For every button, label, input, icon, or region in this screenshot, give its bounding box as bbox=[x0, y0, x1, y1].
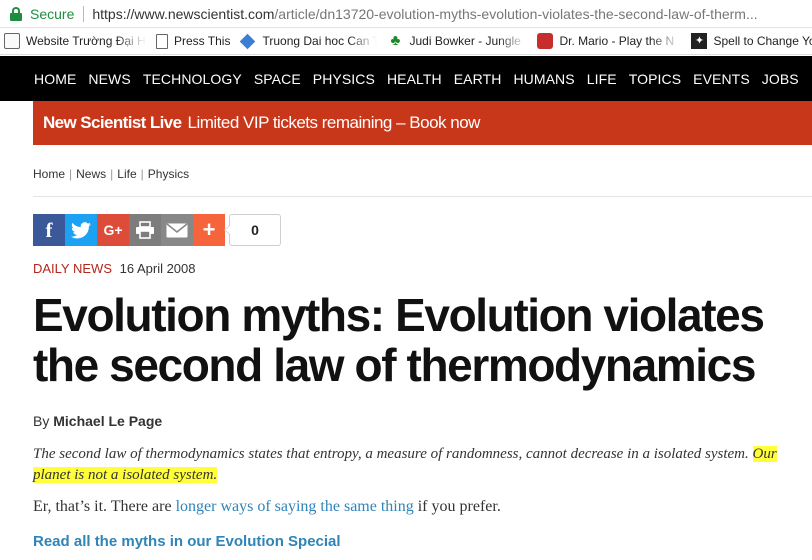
url-path: /article/dn13720-evolution-myths-evoluti… bbox=[274, 5, 758, 22]
byline-prefix: By bbox=[33, 413, 50, 429]
share-google-plus-button[interactable]: G+ bbox=[97, 214, 129, 246]
diamond-icon bbox=[240, 33, 256, 49]
bookmark-label: Website Trường Đại H bbox=[26, 34, 146, 48]
share-more-button[interactable]: + bbox=[193, 214, 225, 246]
plus-icon: + bbox=[202, 217, 216, 242]
bookmark-dr-mario[interactable]: Dr. Mario - Play the N bbox=[537, 33, 681, 49]
breadcrumb-news[interactable]: News bbox=[76, 167, 106, 181]
nav-space[interactable]: SPACE bbox=[254, 71, 301, 87]
nav-life[interactable]: LIFE bbox=[587, 71, 617, 87]
email-icon bbox=[166, 222, 188, 237]
nav-health[interactable]: HEALTH bbox=[387, 71, 442, 87]
nav-humans[interactable]: HUMANS bbox=[513, 71, 574, 87]
bookmark-truong-dai-hoc[interactable]: Truong Dai hoc Can T bbox=[240, 33, 378, 49]
standfirst-text: The second law of thermodynamics states … bbox=[33, 446, 749, 462]
nav-physics[interactable]: PHYSICS bbox=[313, 71, 375, 87]
share-bar: f G+ + 0 bbox=[33, 214, 281, 246]
share-email-button[interactable] bbox=[161, 214, 193, 246]
page-title: Evolution myths: Evolution violates the … bbox=[33, 289, 765, 391]
nav-jobs[interactable]: JOBS bbox=[762, 71, 799, 87]
url-base: https://www.newscientist.com bbox=[92, 5, 275, 22]
nav-news[interactable]: NEWS bbox=[88, 71, 130, 87]
nav-topics[interactable]: TOPICS bbox=[629, 71, 681, 87]
share-print-button[interactable] bbox=[129, 214, 161, 246]
breadcrumb-life[interactable]: Life bbox=[117, 167, 136, 181]
share-facebook-button[interactable]: f bbox=[33, 214, 65, 246]
article-standfirst: The second law of thermodynamics states … bbox=[33, 444, 812, 486]
bookmark-label: Press This bbox=[174, 34, 231, 48]
breadcrumb-separator: | bbox=[140, 167, 144, 181]
google-plus-icon: G+ bbox=[103, 222, 123, 238]
facebook-icon: f bbox=[45, 217, 53, 242]
bookmark-website-truong[interactable]: Website Trường Đại H bbox=[4, 33, 146, 49]
paragraph-text-after: if you prefer. bbox=[417, 498, 501, 515]
bookmark-label: Judi Bowker - Jungle bbox=[409, 34, 521, 48]
promo-brand: New Scientist Live bbox=[43, 113, 182, 132]
address-divider bbox=[83, 5, 85, 22]
main-nav: HOME NEWS TECHNOLOGY SPACE PHYSICS HEALT… bbox=[0, 56, 812, 101]
breadcrumb: Home | News | Life | Physics bbox=[33, 167, 189, 181]
clover-icon: ♣ bbox=[390, 32, 401, 49]
nav-events[interactable]: EVENTS bbox=[693, 71, 750, 87]
mario-icon bbox=[537, 33, 554, 49]
folder-icon bbox=[4, 33, 20, 49]
byline: By Michael Le Page bbox=[33, 413, 162, 429]
secure-label: Secure bbox=[30, 5, 75, 22]
lock-icon bbox=[10, 6, 22, 21]
url-text[interactable]: https://www.newscientist.com/article/dn1… bbox=[92, 6, 782, 22]
breadcrumb-divider bbox=[33, 196, 812, 197]
breadcrumb-home[interactable]: Home bbox=[33, 167, 65, 181]
evolution-special-link[interactable]: Read all the myths in our Evolution Spec… bbox=[33, 533, 341, 550]
share-twitter-button[interactable] bbox=[65, 214, 97, 246]
author-name[interactable]: Michael Le Page bbox=[53, 413, 162, 429]
article-date: 16 April 2008 bbox=[119, 261, 196, 276]
bookmark-label: Spell to Change Your bbox=[713, 34, 812, 48]
spell-icon: ✦ bbox=[691, 33, 708, 49]
print-icon bbox=[136, 221, 154, 239]
promo-banner[interactable]: New Scientist Live Limited VIP tickets r… bbox=[33, 101, 812, 145]
paragraph-text-before: Er, that’s it. There are bbox=[33, 498, 172, 515]
breadcrumb-separator: | bbox=[110, 167, 114, 181]
twitter-icon bbox=[71, 221, 91, 238]
bookmark-label: Truong Dai hoc Can T bbox=[262, 34, 378, 48]
breadcrumb-physics[interactable]: Physics bbox=[148, 167, 189, 181]
address-bar[interactable]: Secure https://www.newscientist.com/arti… bbox=[0, 0, 812, 28]
nav-earth[interactable]: EARTH bbox=[454, 71, 502, 87]
inline-link[interactable]: longer ways of saying the same thing bbox=[176, 498, 414, 515]
nav-technology[interactable]: TECHNOLOGY bbox=[143, 71, 242, 87]
bookmark-judi-bowker[interactable]: ♣ Judi Bowker - Jungle bbox=[387, 33, 527, 49]
promo-message: Limited VIP tickets remaining – Book now bbox=[187, 113, 480, 132]
nav-home[interactable]: HOME bbox=[34, 71, 76, 87]
bookmark-press-this[interactable]: Press This bbox=[156, 33, 231, 49]
article-meta: DAILY NEWS 16 April 2008 bbox=[33, 261, 196, 276]
share-count: 0 bbox=[224, 214, 281, 246]
bookmarks-bar: Website Trường Đại H Press This Truong D… bbox=[0, 28, 812, 55]
bookmark-spell[interactable]: ✦ Spell to Change Your bbox=[691, 33, 812, 49]
article-paragraph: Er, that’s it. There are longer ways of … bbox=[33, 498, 501, 516]
page-icon bbox=[156, 33, 168, 49]
article-kind[interactable]: DAILY NEWS bbox=[33, 261, 112, 276]
breadcrumb-separator: | bbox=[69, 167, 73, 181]
bookmark-label: Dr. Mario - Play the N bbox=[559, 34, 675, 48]
